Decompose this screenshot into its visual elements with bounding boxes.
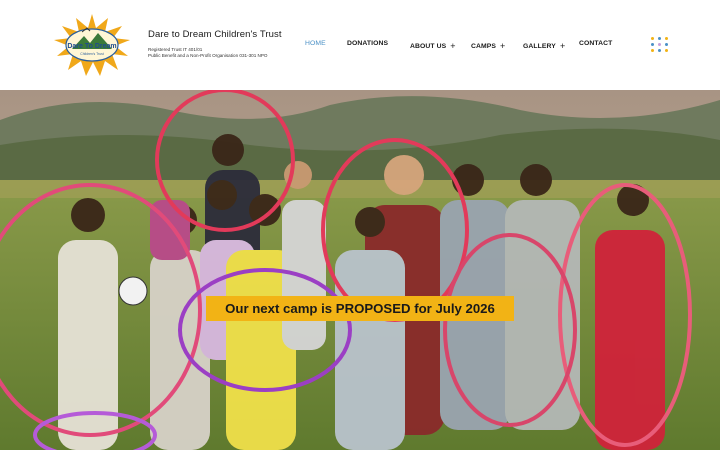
nav-about-us-label: ABOUT US — [410, 43, 447, 50]
plus-icon[interactable]: + — [450, 41, 455, 51]
logo-subtext: Children's Trust — [80, 52, 104, 56]
camp-announcement-banner: Our next camp is PROPOSED for July 2026 — [206, 296, 514, 321]
plus-icon[interactable]: + — [500, 41, 505, 51]
hero-image: Our next camp is PROPOSED for July 2026 — [0, 90, 720, 450]
nav-home[interactable]: HOME — [305, 40, 326, 47]
org-name: Dare to Dream Children's Trust — [148, 29, 282, 40]
nav-about-us[interactable]: ABOUT US + — [410, 40, 456, 51]
nav-donations[interactable]: DONATIONS — [347, 40, 388, 47]
logo-text: Dare To Dream — [67, 43, 116, 50]
nav-gallery-label: GALLERY — [523, 43, 556, 50]
grid-dots-icon[interactable] — [651, 37, 669, 53]
hero-photo — [0, 90, 720, 450]
plus-icon[interactable]: + — [560, 41, 565, 51]
nav-home-label: HOME — [305, 40, 326, 47]
org-info: Dare to Dream Children's Trust Registere… — [148, 29, 298, 59]
nav-camps-label: CAMPS — [471, 43, 497, 50]
nav-donations-label: DONATIONS — [347, 40, 389, 47]
org-status: Public Benefit and a Non-Profit Organisa… — [148, 53, 268, 58]
nav-gallery[interactable]: GALLERY + — [523, 40, 565, 51]
nav-contact-label: CONTACT — [579, 40, 613, 47]
nav-camps[interactable]: CAMPS + — [471, 40, 505, 51]
nav-contact[interactable]: CONTACT — [579, 40, 612, 47]
site-logo[interactable]: Dare To Dream Children's Trust — [52, 14, 132, 76]
site-header: Dare To Dream Children's Trust Dare to D… — [0, 0, 720, 90]
